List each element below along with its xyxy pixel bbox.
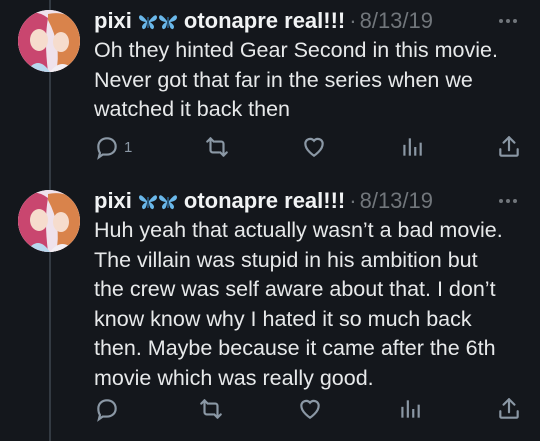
share-button[interactable] xyxy=(496,396,522,422)
post-1[interactable]: pixi otonapre real!!! · 8/13/19 Oh they … xyxy=(0,0,540,170)
reply-button[interactable] xyxy=(94,396,124,422)
analytics-button[interactable] xyxy=(397,396,423,422)
like-button[interactable] xyxy=(297,396,323,422)
like-button[interactable] xyxy=(301,134,327,160)
retweet-icon xyxy=(205,137,228,157)
reply-button[interactable]: 1 xyxy=(94,134,132,160)
share-button[interactable] xyxy=(496,134,522,160)
avatar[interactable] xyxy=(18,10,80,72)
analytics-button[interactable] xyxy=(399,134,425,160)
avatar[interactable] xyxy=(18,190,80,252)
post-date[interactable]: 8/13/19 xyxy=(360,6,433,36)
post-date[interactable]: 8/13/19 xyxy=(360,186,433,216)
handle[interactable]: otonapre real!!! xyxy=(184,6,345,36)
post-text: Oh they hinted Gear Second in this movie… xyxy=(94,38,498,121)
share-icon xyxy=(499,398,519,419)
display-name[interactable]: pixi xyxy=(94,186,132,216)
retweet-icon xyxy=(199,399,222,419)
more-options-icon[interactable] xyxy=(496,6,520,36)
retweet-button[interactable] xyxy=(204,134,230,160)
separator-dot: · xyxy=(349,188,357,213)
post-header: pixi otonapre real!!! · 8/13/19 xyxy=(94,186,520,216)
more-options-icon[interactable] xyxy=(496,186,520,216)
like-icon xyxy=(300,399,320,419)
post-2[interactable]: pixi otonapre real!!! · 8/13/19 Huh yeah… xyxy=(0,180,540,441)
reply-icon xyxy=(97,399,117,422)
reply-count: 1 xyxy=(124,138,133,156)
retweet-button[interactable] xyxy=(198,396,224,422)
post-header: pixi otonapre real!!! · 8/13/19 xyxy=(94,6,520,36)
analytics-icon xyxy=(400,400,420,418)
post-actions: 1 xyxy=(94,132,522,162)
share-icon xyxy=(499,136,519,157)
display-name[interactable]: pixi xyxy=(94,6,132,36)
separator-dot: · xyxy=(349,8,357,33)
butterfly-emoji-icon xyxy=(138,11,178,31)
post-text: Huh yeah that actually wasn’t a bad movi… xyxy=(94,218,503,390)
reply-icon xyxy=(97,137,117,160)
post-actions xyxy=(94,394,522,424)
butterfly-emoji-icon xyxy=(138,191,178,211)
like-icon xyxy=(304,137,324,157)
handle[interactable]: otonapre real!!! xyxy=(184,186,345,216)
analytics-icon xyxy=(402,138,422,156)
